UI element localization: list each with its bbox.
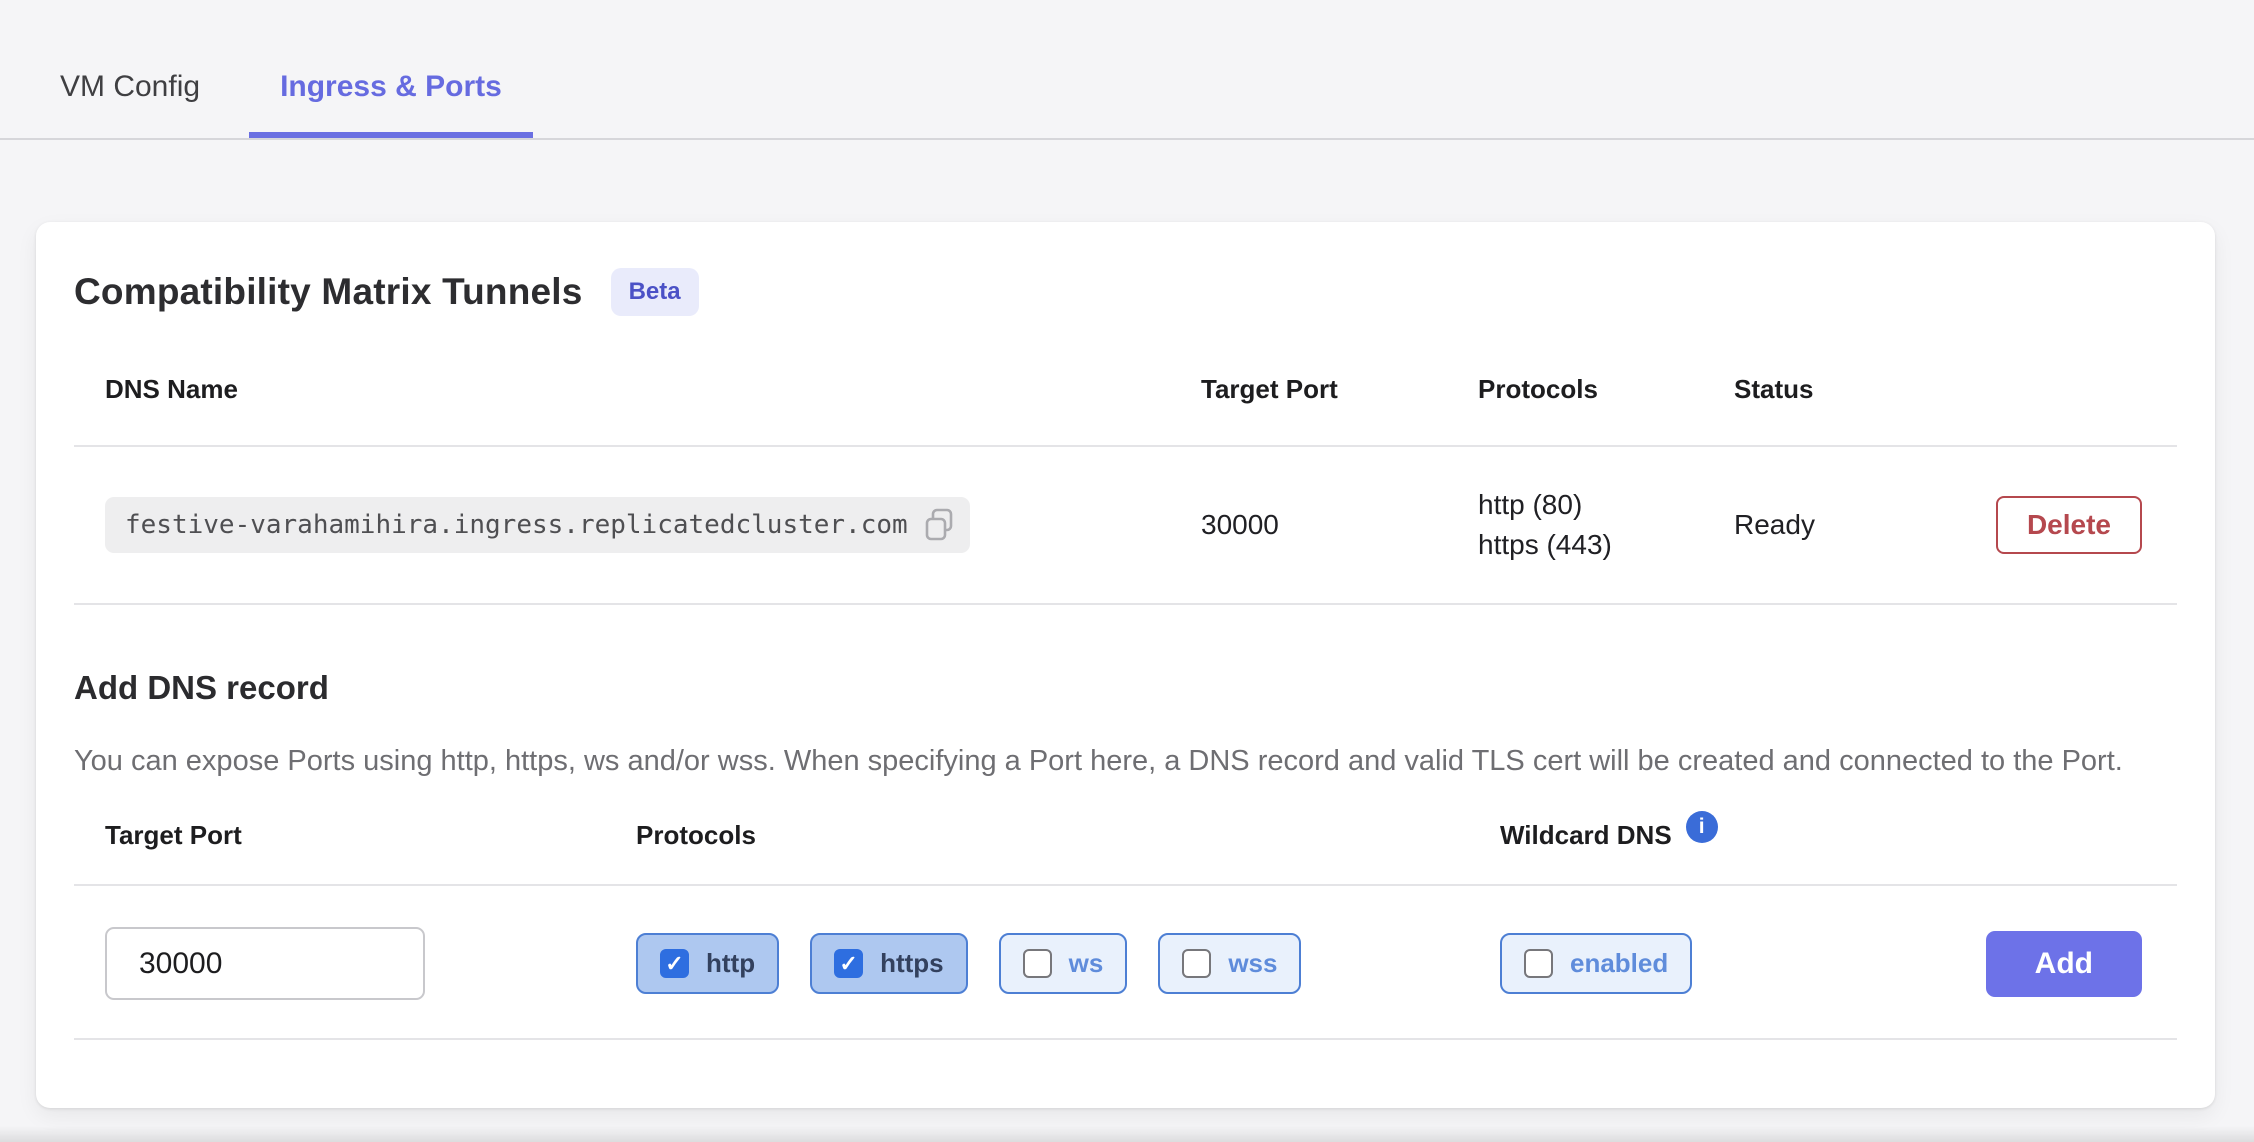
card-title-row: Compatibility Matrix Tunnels Beta [74, 268, 2177, 316]
target-port-input[interactable] [105, 927, 425, 1000]
http-checkbox[interactable]: ✓ [660, 949, 689, 978]
protocol-option-http[interactable]: ✓ http [636, 933, 779, 994]
dns-name-pill: festive-varahamihira.ingress.replicatedc… [105, 497, 970, 553]
form-label-wildcard-dns: Wildcard DNS i [1500, 819, 2177, 851]
https-checkbox[interactable]: ✓ [834, 949, 863, 978]
table-row-divider [74, 603, 2177, 605]
wss-option-label: wss [1228, 948, 1277, 979]
target-port-field-cell [105, 927, 636, 1000]
tab-ingress-ports[interactable]: Ingress & Ports [249, 70, 533, 138]
wildcard-enabled-label: enabled [1570, 948, 1668, 979]
beta-badge: Beta [611, 268, 699, 316]
status-actions-cell: Ready Delete [1734, 496, 2177, 554]
info-icon[interactable]: i [1686, 811, 1718, 843]
http-option-label: http [706, 948, 755, 979]
protocol-option-ws[interactable]: ✓ ws [999, 933, 1128, 994]
table-row: festive-varahamihira.ingress.replicatedc… [74, 447, 2177, 603]
wss-checkbox[interactable]: ✓ [1182, 949, 1211, 978]
wildcard-enabled-checkbox[interactable]: ✓ [1524, 949, 1553, 978]
protocol-option-wss[interactable]: ✓ wss [1158, 933, 1301, 994]
ws-option-label: ws [1069, 948, 1104, 979]
protocol-line-http: http (80) [1478, 485, 1734, 525]
protocol-options-group: ✓ http ✓ https ✓ ws ✓ wss [636, 933, 1500, 994]
form-bottom-divider [74, 1038, 2177, 1040]
form-header-row: Target Port Protocols Wildcard DNS i [74, 781, 2177, 884]
https-option-label: https [880, 948, 944, 979]
tab-vm-config[interactable]: VM Config [29, 70, 231, 138]
column-header-status: Status [1734, 374, 2177, 405]
add-dns-record-description: You can expose Ports using http, https, … [74, 741, 2149, 781]
check-icon: ✓ [839, 953, 857, 975]
add-dns-record-heading: Add DNS record [74, 669, 2177, 707]
ws-checkbox[interactable]: ✓ [1023, 949, 1052, 978]
tunnels-card: Compatibility Matrix Tunnels Beta DNS Na… [36, 222, 2215, 1108]
column-header-target-port: Target Port [1201, 374, 1478, 405]
target-port-cell: 30000 [1201, 509, 1478, 541]
copy-icon[interactable] [924, 508, 954, 542]
check-icon: ✓ [665, 953, 683, 975]
add-button[interactable]: Add [1986, 931, 2142, 997]
column-header-dns-name: DNS Name [105, 374, 1201, 405]
delete-button[interactable]: Delete [1996, 496, 2142, 554]
form-input-row: ✓ http ✓ https ✓ ws ✓ wss [74, 886, 2177, 1038]
status-value: Ready [1734, 509, 1815, 541]
protocols-cell: http (80) https (443) [1478, 485, 1734, 565]
tunnels-table-header: DNS Name Target Port Protocols Status [74, 316, 2177, 445]
card-title: Compatibility Matrix Tunnels [74, 271, 583, 313]
wildcard-dns-cell: ✓ enabled [1500, 933, 1986, 994]
tab-bar: VM Config Ingress & Ports [0, 0, 2254, 140]
form-label-target-port: Target Port [105, 820, 636, 851]
form-label-protocols: Protocols [636, 820, 1500, 851]
wildcard-enabled-option[interactable]: ✓ enabled [1500, 933, 1692, 994]
protocol-option-https[interactable]: ✓ https [810, 933, 968, 994]
dns-name-cell: festive-varahamihira.ingress.replicatedc… [105, 497, 1201, 553]
protocol-line-https: https (443) [1478, 525, 1734, 565]
column-header-protocols: Protocols [1478, 374, 1734, 405]
dns-name-value: festive-varahamihira.ingress.replicatedc… [125, 510, 908, 540]
wildcard-dns-label-text: Wildcard DNS [1500, 820, 1672, 851]
